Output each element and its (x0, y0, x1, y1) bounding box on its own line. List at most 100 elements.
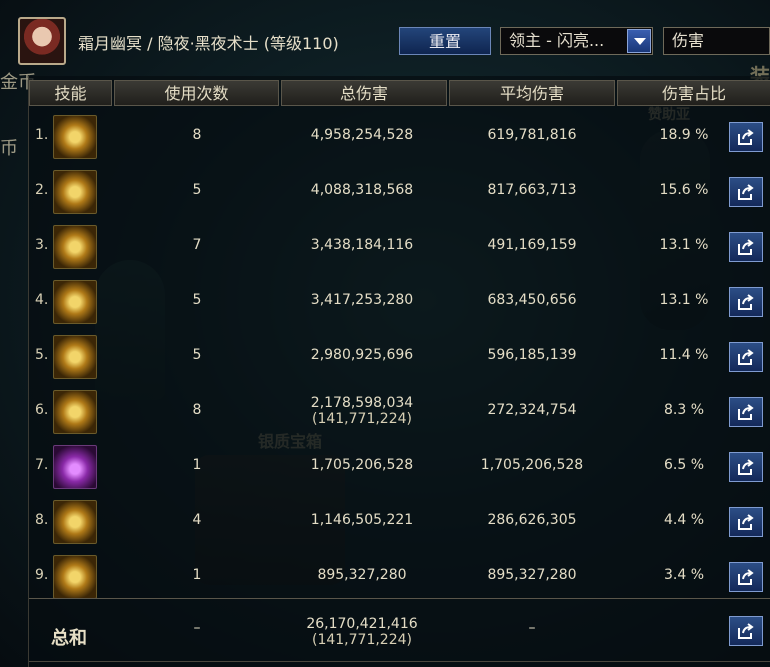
share-icon (738, 404, 754, 420)
row-total-value: 1,705,206,528 (310, 457, 414, 473)
share-icon (738, 459, 754, 475)
column-header-avg[interactable]: 平均伤害 (449, 80, 615, 106)
summary-total: 26,170,421,416 (141,771,224) (282, 616, 442, 648)
row-total-sub: (141,771,224) (312, 411, 412, 427)
row-uses: 1 (192, 567, 202, 583)
row-uses: 5 (192, 347, 202, 363)
row-total-value: 1,146,505,221 (310, 512, 414, 528)
purple-pillar-icon[interactable] (53, 445, 97, 489)
share-icon (738, 129, 754, 145)
row-uses: 4 (192, 512, 202, 528)
metric-select-value: 伤害 (672, 31, 705, 50)
summary-divider (29, 598, 770, 599)
row-index: 5. (35, 347, 49, 363)
table-row: 6. 8 2,178,598,034 (141,771,224) 272,324,754… (29, 385, 770, 440)
row-total-value: 2,178,598,034 (310, 395, 414, 411)
summary-total-value: 26,170,421,416 (306, 616, 418, 632)
row-index: 3. (35, 237, 49, 253)
chevron-down-icon[interactable] (627, 29, 651, 53)
column-header-total[interactable]: 总伤害 (281, 80, 447, 106)
row-avg: 817,663,713 (487, 182, 577, 198)
row-avg: 619,781,816 (487, 127, 577, 143)
row-total: 2,178,598,034 (141,771,224) (282, 395, 442, 427)
summary-label: 总和 (51, 628, 87, 649)
background-left-text-2: 币 (0, 138, 18, 159)
row-avg: 272,324,754 (487, 402, 577, 418)
row-total: 895,327,280 (282, 567, 442, 583)
gold-flare-icon[interactable] (53, 170, 97, 214)
gold-claw-icon[interactable] (53, 280, 97, 324)
row-total: 3,417,253,280 (282, 292, 442, 308)
row-share-button[interactable] (729, 122, 763, 152)
gold-chain-icon[interactable] (53, 225, 97, 269)
row-avg: 286,626,305 (487, 512, 577, 528)
summary-avg: – (528, 620, 536, 636)
row-uses: 1 (192, 457, 202, 473)
gold-wave-icon[interactable] (53, 115, 97, 159)
boss-select-value: 领主 - 闪亮... (509, 31, 605, 50)
share-icon (738, 184, 754, 200)
row-uses: 5 (192, 182, 202, 198)
table-row: 5. 5 2,980,925,696 596,185,139 11.4 % (29, 330, 770, 385)
summary-row: 总和 – 26,170,421,416 (141,771,224) – (29, 606, 770, 661)
row-index: 7. (35, 457, 49, 473)
character-avatar (18, 17, 66, 65)
row-avg: 491,169,159 (487, 237, 577, 253)
bottom-line (29, 661, 770, 662)
damage-stats-header: 霜月幽冥 / 隐夜·黑夜术士 (等级110) 重置 领主 - 闪亮... 伤害 (0, 0, 770, 76)
column-header-skill[interactable]: 技能 (29, 80, 112, 106)
reset-button[interactable]: 重置 (399, 27, 491, 55)
row-total: 2,980,925,696 (282, 347, 442, 363)
table-header: 技能 使用次数 总伤害 平均伤害 伤害占比 (29, 80, 770, 106)
share-icon (738, 569, 754, 585)
row-share-button[interactable] (729, 507, 763, 537)
row-share-button[interactable] (729, 232, 763, 262)
row-share-button[interactable] (729, 177, 763, 207)
share-icon (738, 349, 754, 365)
row-index: 6. (35, 402, 49, 418)
metric-select[interactable]: 伤害 (663, 27, 770, 55)
row-share-button[interactable] (729, 562, 763, 592)
row-share-button[interactable] (729, 452, 763, 482)
gold-face-icon[interactable] (53, 335, 97, 379)
row-index: 8. (35, 512, 49, 528)
table-row: 1. 8 4,958,254,528 619,781,816 18.9 % (29, 110, 770, 165)
row-share-button[interactable] (729, 342, 763, 372)
row-uses: 8 (192, 127, 202, 143)
share-icon (738, 239, 754, 255)
gold-cross-icon[interactable] (53, 500, 97, 544)
row-uses: 5 (192, 292, 202, 308)
row-total-value: 3,417,253,280 (310, 292, 414, 308)
gold-burst-icon[interactable] (53, 390, 97, 434)
row-total: 4,088,318,568 (282, 182, 442, 198)
summary-total-sub: (141,771,224) (312, 632, 412, 648)
table-row: 4. 5 3,417,253,280 683,450,656 13.1 % (29, 275, 770, 330)
column-header-uses[interactable]: 使用次数 (114, 80, 279, 106)
gold-hands-icon[interactable] (53, 555, 97, 599)
row-uses: 7 (192, 237, 202, 253)
row-total: 1,705,206,528 (282, 457, 442, 473)
row-avg: 1,705,206,528 (480, 457, 584, 473)
row-total-value: 3,438,184,116 (310, 237, 414, 253)
summary-share-button[interactable] (729, 616, 763, 646)
row-total-value: 4,958,254,528 (310, 127, 414, 143)
summary-uses: – (193, 620, 201, 636)
share-icon (738, 294, 754, 310)
damage-stats-panel: 技能 使用次数 总伤害 平均伤害 伤害占比 1. 8 4,958,254,528 61… (28, 76, 770, 667)
boss-select[interactable]: 领主 - 闪亮... (500, 27, 653, 55)
row-index: 4. (35, 292, 49, 308)
table-row: 8. 4 1,146,505,221 286,626,305 4.4 % (29, 495, 770, 550)
table-row: 3. 7 3,438,184,116 491,169,159 13.1 % (29, 220, 770, 275)
table-row: 2. 5 4,088,318,568 817,663,713 15.6 % (29, 165, 770, 220)
character-name: 霜月幽冥 / 隐夜·黑夜术士 (等级110) (78, 34, 339, 53)
row-uses: 8 (192, 402, 202, 418)
row-index: 9. (35, 567, 49, 583)
row-avg: 895,327,280 (487, 567, 577, 583)
column-header-pct[interactable]: 伤害占比 (617, 80, 770, 106)
share-icon (738, 623, 754, 639)
row-share-button[interactable] (729, 287, 763, 317)
row-share-button[interactable] (729, 397, 763, 427)
row-total: 4,958,254,528 (282, 127, 442, 143)
row-total-value: 895,327,280 (317, 567, 407, 583)
table-row: 7. 1 1,705,206,528 1,705,206,528 6.5 % (29, 440, 770, 495)
